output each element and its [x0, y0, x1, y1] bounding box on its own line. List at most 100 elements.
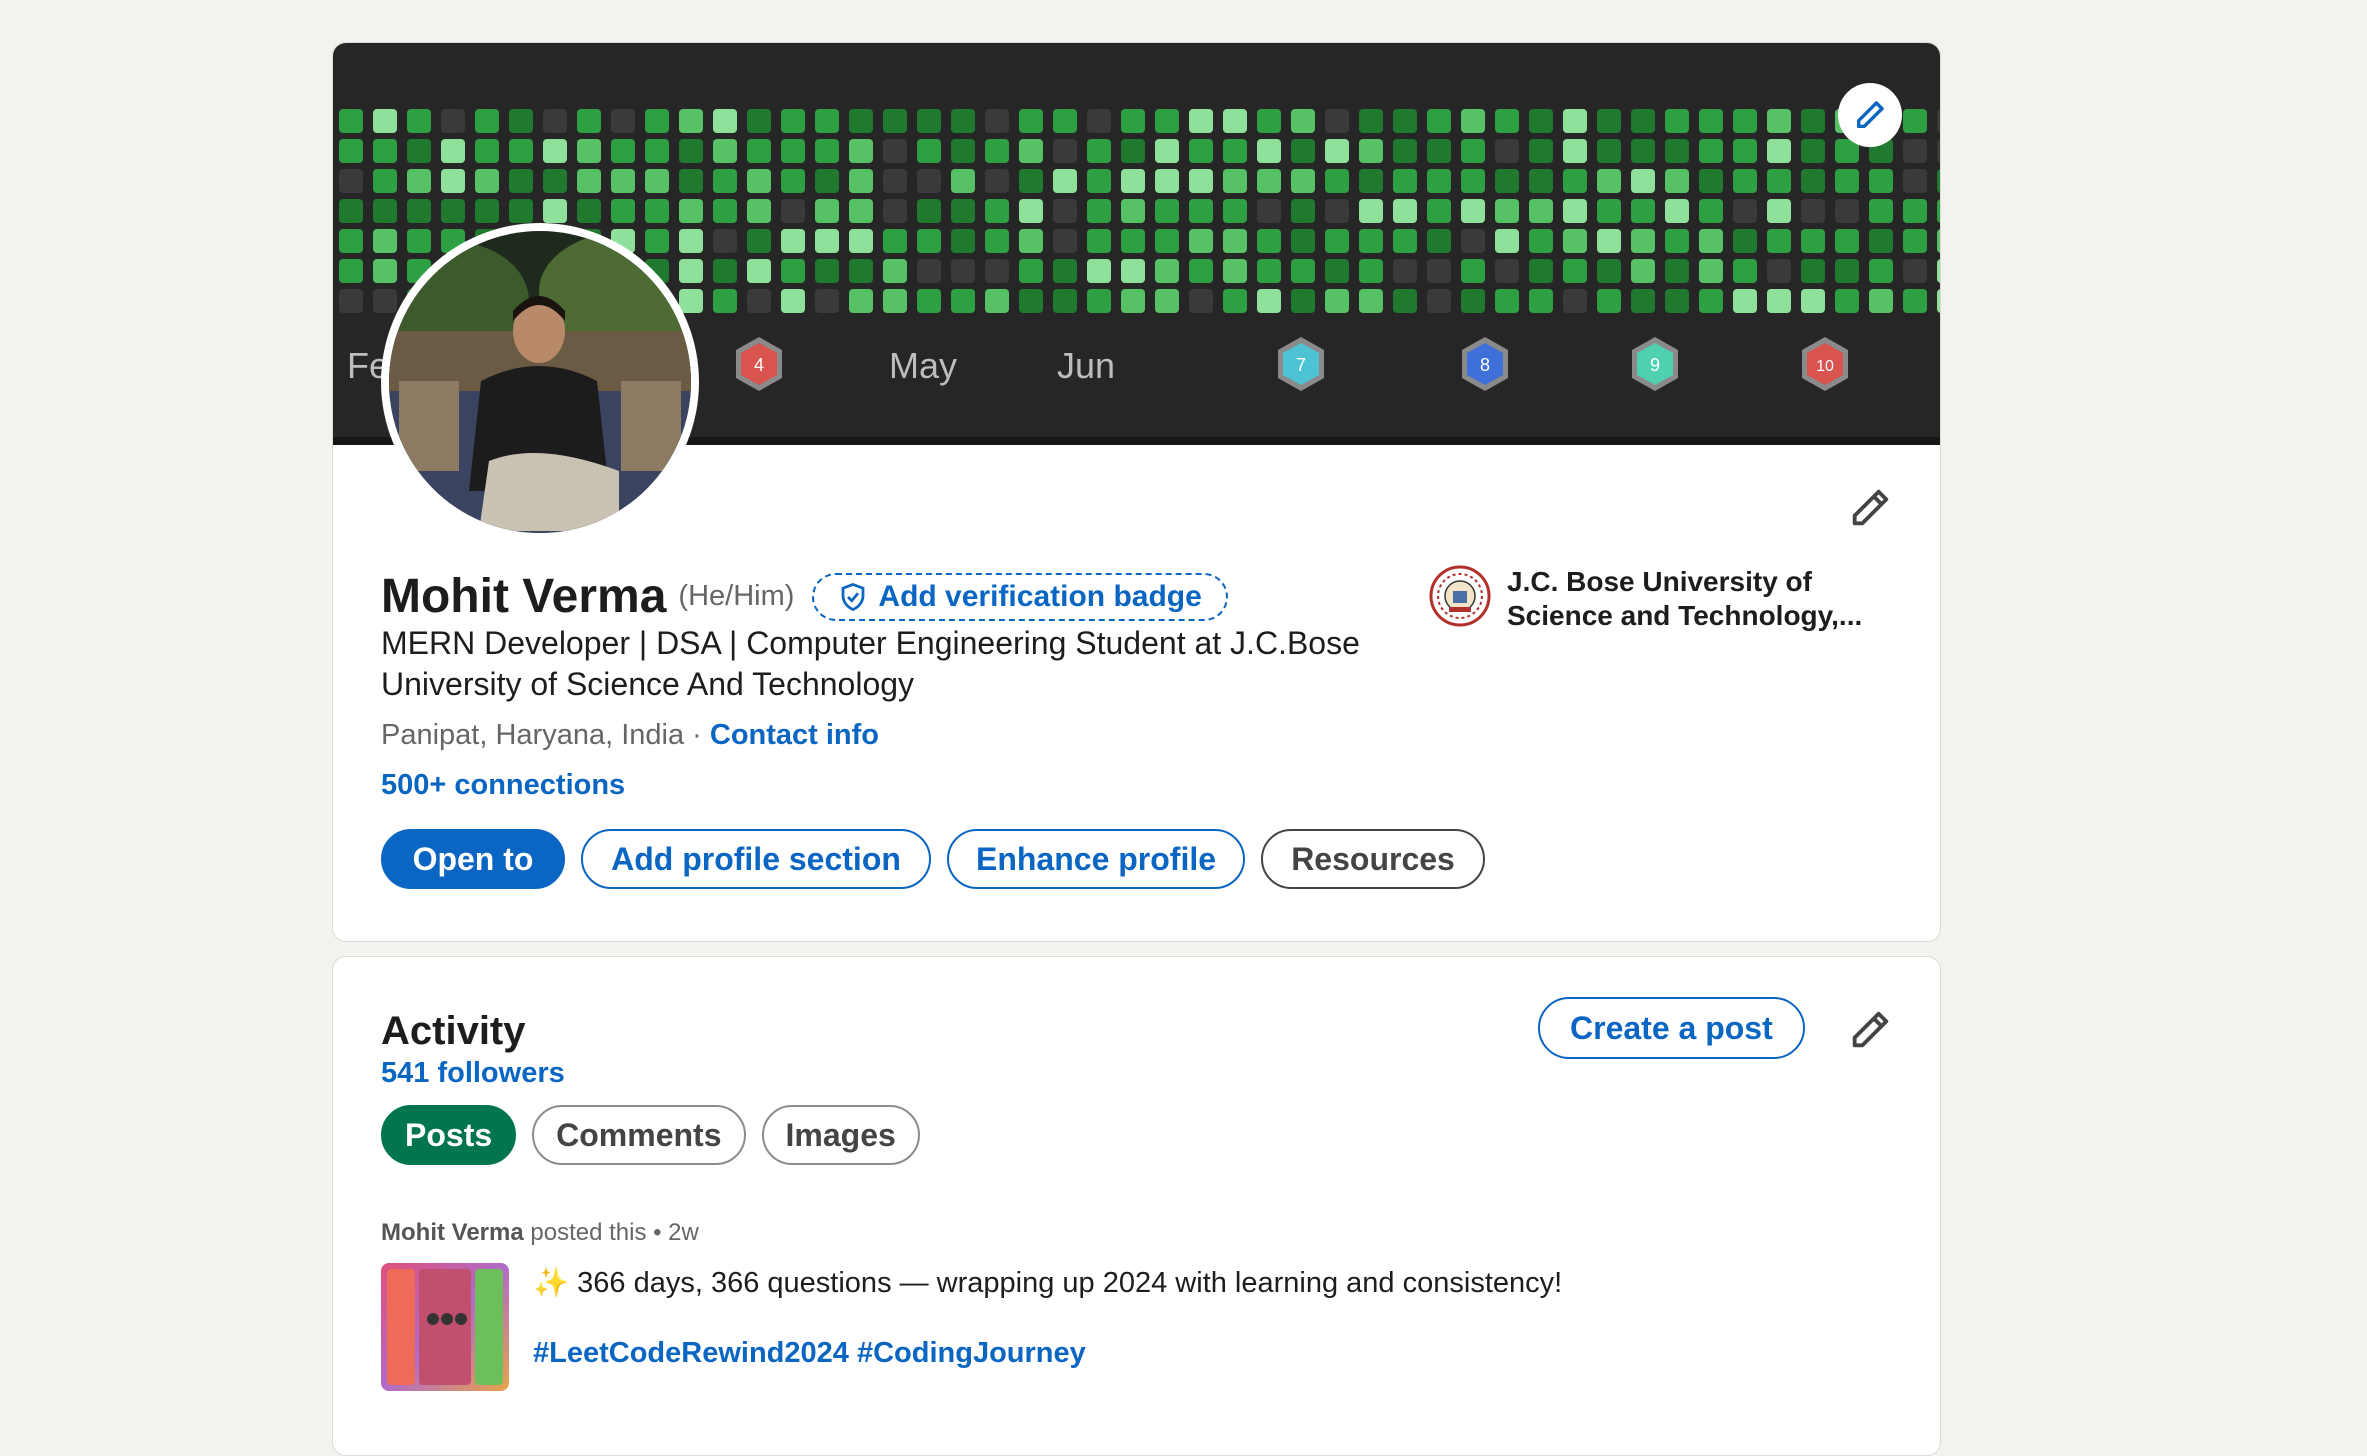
open-to-button[interactable]: Open to — [381, 829, 565, 889]
resources-button[interactable]: Resources — [1261, 829, 1485, 889]
contribution-cell — [781, 109, 805, 133]
contribution-cell — [339, 259, 363, 283]
contribution-cell — [1121, 109, 1145, 133]
contribution-cell — [475, 109, 499, 133]
contribution-cell — [1223, 139, 1247, 163]
contribution-cell — [1291, 199, 1315, 223]
banner-month-label: Jun — [1057, 345, 1116, 386]
contribution-cell — [985, 199, 1009, 223]
contribution-cell — [1155, 289, 1179, 313]
contribution-cell — [1427, 229, 1451, 253]
contribution-cell — [1223, 199, 1247, 223]
contribution-cell — [1461, 169, 1485, 193]
followers-link[interactable]: 541 followers — [381, 1057, 565, 1090]
contribution-cell — [1223, 289, 1247, 313]
contribution-cell — [1359, 169, 1383, 193]
edit-banner-button[interactable] — [1838, 83, 1902, 147]
contribution-cell — [1393, 199, 1417, 223]
contribution-cell — [509, 199, 533, 223]
contribution-cell — [713, 259, 737, 283]
pencil-icon[interactable] — [1847, 1007, 1893, 1053]
location-row: Panipat, Haryana, India · Contact info — [381, 719, 879, 752]
contribution-cell — [1053, 139, 1077, 163]
contribution-cell — [1529, 199, 1553, 223]
add-verification-badge-button[interactable]: Add verification badge — [812, 572, 1228, 621]
contribution-cell — [1767, 139, 1791, 163]
contribution-cell — [1529, 289, 1553, 313]
education-link[interactable]: J.C. Bose University of Science and Tech… — [1429, 565, 1887, 633]
contribution-cell — [1019, 289, 1043, 313]
post-thumbnail[interactable] — [381, 1263, 509, 1391]
contribution-cell — [1665, 199, 1689, 223]
contribution-cell — [917, 259, 941, 283]
contribution-cell — [985, 109, 1009, 133]
contribution-cell — [1631, 199, 1655, 223]
contribution-cell — [1291, 139, 1315, 163]
contribution-cell — [883, 169, 907, 193]
contribution-cell — [1563, 289, 1587, 313]
contribution-cell — [441, 199, 465, 223]
contribution-cell — [1291, 259, 1315, 283]
profile-photo[interactable] — [381, 223, 699, 541]
contribution-cell — [917, 109, 941, 133]
contribution-cell — [1427, 259, 1451, 283]
contribution-cell — [1393, 259, 1417, 283]
filter-comments[interactable]: Comments — [532, 1105, 746, 1165]
contribution-cell — [951, 169, 975, 193]
contribution-cell — [781, 289, 805, 313]
contribution-cell — [1359, 289, 1383, 313]
contribution-cell — [1019, 259, 1043, 283]
contribution-cell — [543, 109, 567, 133]
contribution-cell — [1597, 199, 1621, 223]
contribution-cell — [1665, 109, 1689, 133]
create-post-button[interactable]: Create a post — [1538, 997, 1805, 1059]
contribution-cell — [1019, 139, 1043, 163]
contribution-cell — [679, 139, 703, 163]
contribution-cell — [815, 289, 839, 313]
contribution-cell — [1121, 199, 1145, 223]
contribution-cell — [339, 139, 363, 163]
contribution-cell — [373, 139, 397, 163]
contribution-cell — [645, 169, 669, 193]
contribution-cell — [1325, 199, 1349, 223]
contribution-cell — [373, 109, 397, 133]
contribution-cell — [1257, 109, 1281, 133]
contribution-cell — [1699, 199, 1723, 223]
contribution-cell — [849, 259, 873, 283]
hashtag-link[interactable]: #LeetCodeRewind2024 — [533, 1337, 849, 1369]
activity-filters: Posts Comments Images — [381, 1105, 920, 1165]
contribution-cell — [339, 199, 363, 223]
contribution-cell — [781, 259, 805, 283]
contribution-cell — [577, 169, 601, 193]
contribution-cell — [1903, 109, 1927, 133]
contribution-cell — [1801, 169, 1825, 193]
contribution-cell — [1529, 139, 1553, 163]
contribution-cell — [645, 229, 669, 253]
connections-link[interactable]: 500+ connections — [381, 769, 625, 802]
contribution-cell — [713, 109, 737, 133]
contribution-cell — [1155, 199, 1179, 223]
contribution-cell — [1121, 229, 1145, 253]
pencil-icon[interactable] — [1847, 485, 1893, 531]
contribution-cell — [1291, 289, 1315, 313]
contribution-cell — [1019, 199, 1043, 223]
add-profile-section-button[interactable]: Add profile section — [581, 829, 931, 889]
contact-info-link[interactable]: Contact info — [710, 719, 879, 751]
contribution-cell — [1325, 229, 1349, 253]
contribution-cell — [1801, 259, 1825, 283]
enhance-profile-button[interactable]: Enhance profile — [947, 829, 1245, 889]
contribution-cell — [611, 139, 635, 163]
contribution-cell — [917, 289, 941, 313]
contribution-cell — [1223, 229, 1247, 253]
filter-posts[interactable]: Posts — [381, 1105, 517, 1165]
contribution-cell — [781, 229, 805, 253]
contribution-cell — [1257, 199, 1281, 223]
hashtag-link[interactable]: #CodingJourney — [857, 1337, 1086, 1369]
contribution-cell — [1631, 109, 1655, 133]
filter-images[interactable]: Images — [761, 1105, 920, 1165]
contribution-cell — [1257, 169, 1281, 193]
contribution-cell — [1699, 259, 1723, 283]
contribution-cell — [883, 139, 907, 163]
contribution-cell — [747, 169, 771, 193]
contribution-cell — [849, 109, 873, 133]
